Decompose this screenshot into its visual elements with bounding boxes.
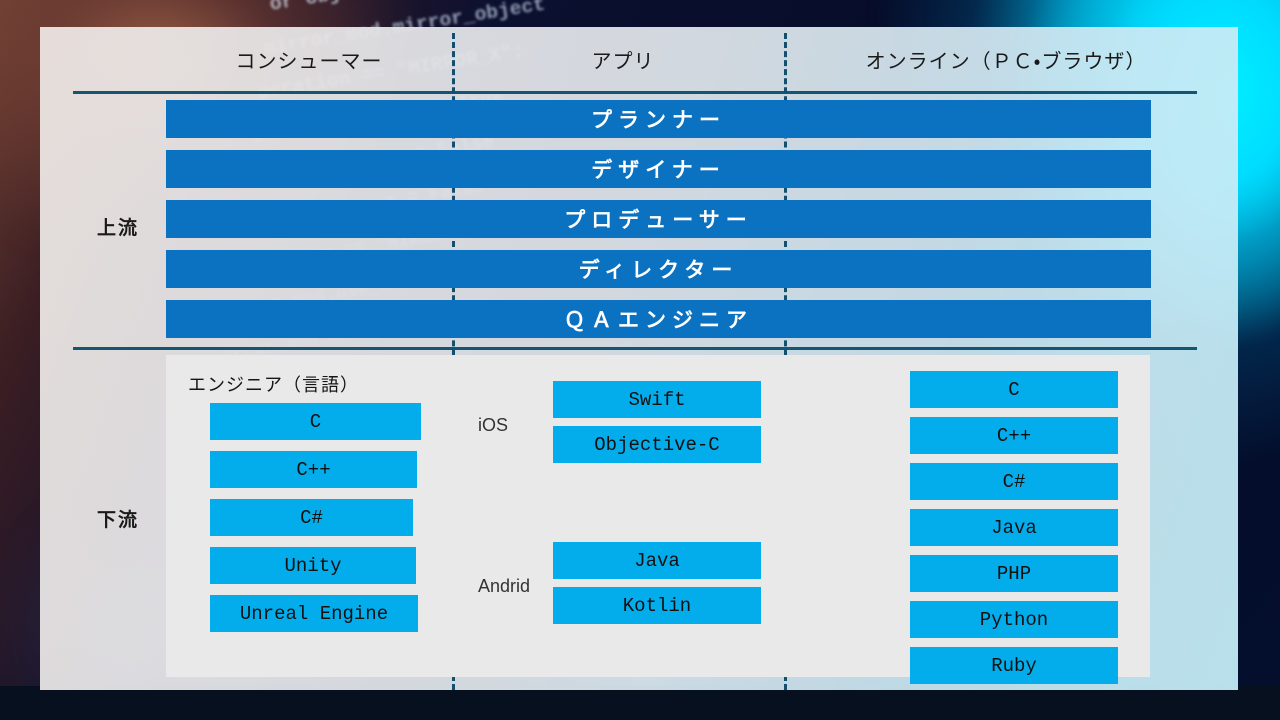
language-bar: Unreal Engine bbox=[210, 595, 418, 632]
language-bar: C# bbox=[910, 463, 1118, 500]
platform-label-andrid: Andrid bbox=[478, 576, 531, 596]
language-bar: C++ bbox=[210, 451, 417, 488]
ios-language-list: Swift Objective-C bbox=[553, 381, 761, 471]
role-bar: プロデューサー bbox=[166, 200, 1151, 238]
role-bar: ＱＡエンジニア bbox=[166, 300, 1151, 338]
row-label-upstream: 上流 bbox=[96, 218, 139, 239]
language-bar: Objective-C bbox=[553, 426, 761, 463]
language-bar: Swift bbox=[553, 381, 761, 418]
downstream-column-online: C C++ C# Java PHP Python Ruby bbox=[784, 355, 1150, 684]
language-bar: C++ bbox=[910, 417, 1118, 454]
column-header-online: オンライン（ＰＣ・ブラウザ） bbox=[865, 50, 1147, 73]
language-bar: C bbox=[910, 371, 1118, 408]
downstream-column-app: iOS Swift Objective-C Andrid Java Kotlin bbox=[452, 355, 784, 677]
header-divider-line bbox=[73, 91, 1197, 94]
column-header-app: アプリ bbox=[591, 50, 655, 73]
language-bar: PHP bbox=[910, 555, 1118, 592]
language-bar: Unity bbox=[210, 547, 416, 584]
consumer-language-list: C C++ C# Unity Unreal Engine bbox=[210, 403, 425, 643]
language-bar: Kotlin bbox=[553, 587, 761, 624]
platform-label-ios: iOS bbox=[478, 415, 509, 435]
language-bar: C# bbox=[210, 499, 413, 536]
column-header-consumer: コンシューマー bbox=[235, 50, 383, 73]
language-bar: C bbox=[210, 403, 421, 440]
role-bar: デザイナー bbox=[166, 150, 1151, 188]
andrid-language-list: Java Kotlin bbox=[553, 542, 761, 632]
role-bar: プランナー bbox=[166, 100, 1151, 138]
slide-panel: コンシューマー アプリ オンライン（ＰＣ・ブラウザ） 上流 下流 プランナーデザ… bbox=[40, 27, 1238, 690]
upstream-roles-list: プランナーデザイナープロデューサー ディレクター ＱＡエンジニア bbox=[166, 100, 1151, 350]
language-bar: Java bbox=[910, 509, 1118, 546]
language-bar: Java bbox=[553, 542, 761, 579]
language-bar: Python bbox=[910, 601, 1118, 638]
language-bar: Ruby bbox=[910, 647, 1118, 684]
row-label-downstream: 下流 bbox=[96, 510, 139, 531]
downstream-column-consumer: エンジニア（言語） C C++ C# Unity Unreal Engine bbox=[166, 355, 452, 677]
downstream-band: エンジニア（言語） C C++ C# Unity Unreal Engine iOS S… bbox=[166, 355, 1150, 684]
engineer-language-title: エンジニア（言語） bbox=[188, 375, 359, 395]
online-language-list: C C++ C# Java PHP Python Ruby bbox=[910, 371, 1118, 693]
role-bar: ディレクター bbox=[166, 250, 1151, 288]
